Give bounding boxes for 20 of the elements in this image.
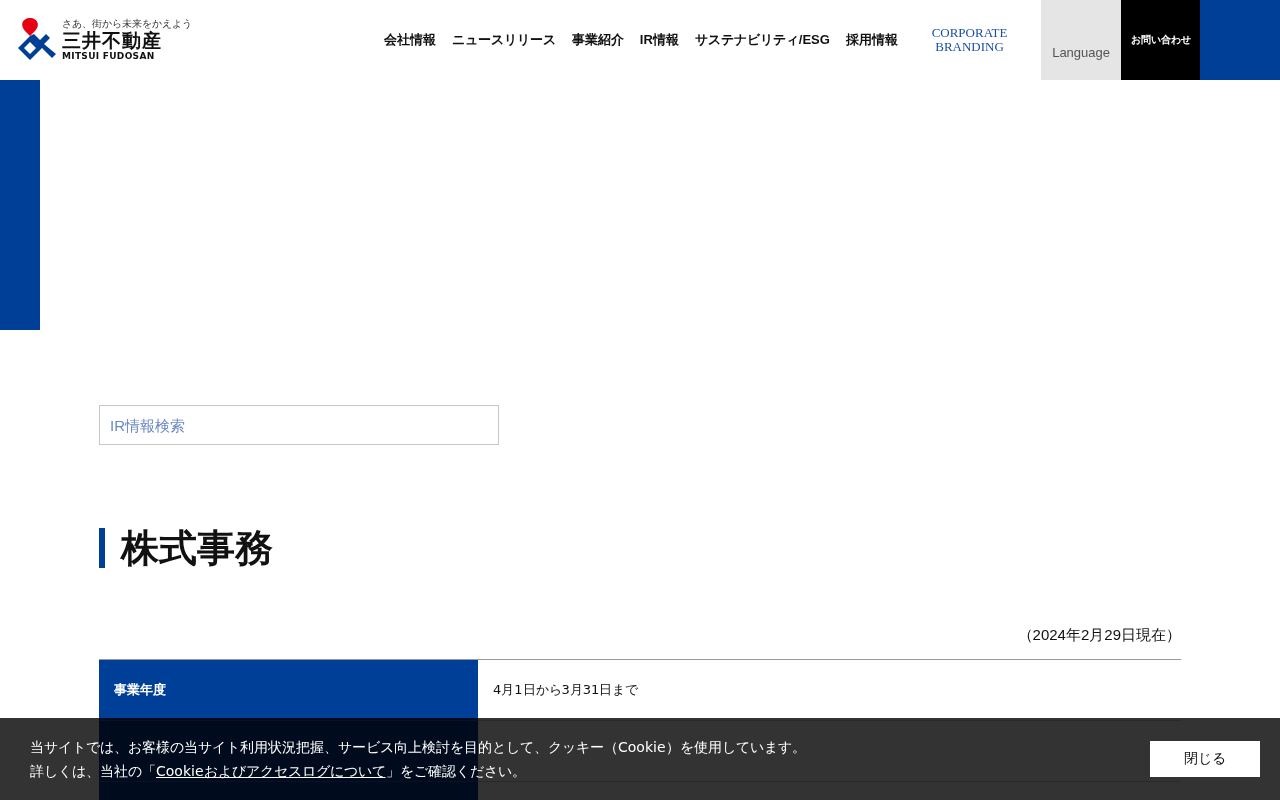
logo-tagline: さあ、街から未来をかえよう xyxy=(62,19,192,29)
language-button[interactable]: Language xyxy=(1041,0,1121,80)
cookie-notice: 当サイトでは、お客様の当サイト利用状況把握、サービス向上検討を目的として、クッキー（Cookie）を使用しています。 詳しくは、当社の「Cookieおよびアクセスログについて」をご確認ください。 xyxy=(30,738,806,781)
search-field[interactable]: IR情報検索 xyxy=(99,405,499,445)
nav-link[interactable]: ニュースリリース xyxy=(451,31,556,49)
nav-link[interactable]: サステナビリティ/ESG xyxy=(694,31,830,49)
nav-link[interactable]: IR情報 xyxy=(639,31,679,49)
nav-link[interactable]: 事業紹介 xyxy=(571,31,624,49)
nav-link[interactable]: 採用情報 xyxy=(845,31,898,49)
close-button[interactable]: 閉じる xyxy=(1150,741,1260,777)
logo-icon xyxy=(16,18,56,62)
nav-link[interactable]: 会社情報 xyxy=(383,31,436,49)
page-heading: 株式事務 xyxy=(99,528,1181,568)
corporate-branding-link[interactable]: CORPORATE BRANDING xyxy=(921,0,1018,80)
logo-name: 三井不動産 xyxy=(62,31,163,50)
cookie-policy-link[interactable]: Cookieおよびアクセスログについて xyxy=(156,763,386,779)
table-header-cell: 事業年度 xyxy=(99,659,478,721)
contact-button[interactable]: お問い合わせ xyxy=(1120,0,1201,80)
logo-name-english: MITSUI FUDOSAN xyxy=(62,52,156,61)
as-of-date: （2024年2月29日現在） xyxy=(1016,626,1181,645)
